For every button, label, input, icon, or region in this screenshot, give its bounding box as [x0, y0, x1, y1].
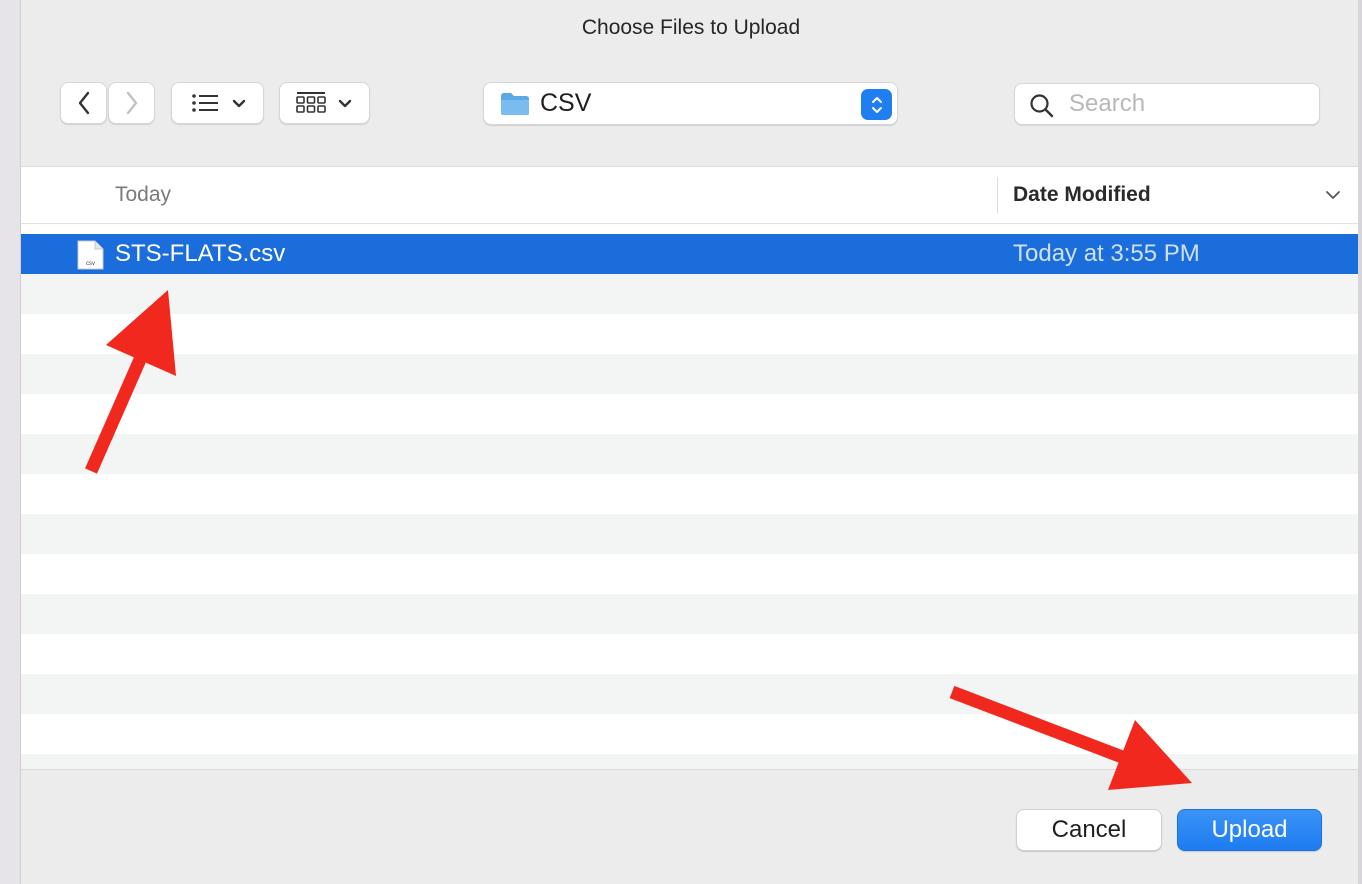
list-item [21, 314, 1362, 354]
file-upload-dialog: Choose Files to Upload CSV Search Today … [20, 0, 1362, 884]
chevron-down-icon[interactable] [1324, 189, 1342, 201]
grid-view-button[interactable] [279, 82, 370, 124]
location-stepper[interactable] [861, 89, 892, 120]
list-item [21, 594, 1362, 634]
list-item [21, 554, 1362, 594]
location-label: CSV [540, 89, 592, 117]
search-field[interactable] [1014, 83, 1320, 125]
csv-file-icon: csv [77, 240, 104, 270]
list-item [21, 674, 1362, 714]
file-date-modified: Today at 3:55 PM [1013, 240, 1200, 267]
list-item [21, 714, 1362, 754]
file-list: Today Date Modified csv STS-FLATS.csv To… [21, 166, 1362, 770]
chevron-left-icon [78, 91, 89, 115]
list-item [21, 634, 1362, 674]
up-down-chevron-icon [871, 96, 882, 113]
file-name: STS-FLATS.csv [115, 240, 286, 267]
cancel-button[interactable]: Cancel [1016, 809, 1162, 851]
csv-file-icon-label: csv [86, 261, 95, 267]
location-popup[interactable]: CSV [483, 82, 898, 125]
list-item [21, 354, 1362, 394]
file-row-selected[interactable]: csv STS-FLATS.csv Today at 3:55 PM [21, 234, 1362, 274]
upload-button[interactable]: Upload [1177, 809, 1322, 851]
list-item [21, 274, 1362, 314]
column-header-date-modified[interactable]: Date Modified [1013, 183, 1151, 207]
list-item [21, 394, 1362, 434]
search-icon [1030, 94, 1054, 118]
column-divider[interactable] [997, 177, 998, 213]
list-item [21, 754, 1362, 769]
list-item [21, 434, 1362, 474]
window-edge [1358, 0, 1362, 884]
grid-view-icon [295, 92, 351, 113]
dialog-title: Choose Files to Upload [581, 16, 801, 39]
back-button[interactable] [60, 82, 107, 124]
list-item [21, 474, 1362, 514]
list-view-icon [191, 94, 245, 112]
list-item [21, 514, 1362, 554]
folder-icon [501, 93, 529, 115]
list-view-button[interactable] [171, 82, 264, 124]
search-input[interactable] [1069, 88, 1309, 120]
list-header: Today Date Modified [21, 167, 1362, 224]
column-header-name[interactable]: Today [115, 183, 171, 207]
forward-button[interactable] [108, 82, 155, 124]
chevron-right-icon [126, 91, 137, 115]
